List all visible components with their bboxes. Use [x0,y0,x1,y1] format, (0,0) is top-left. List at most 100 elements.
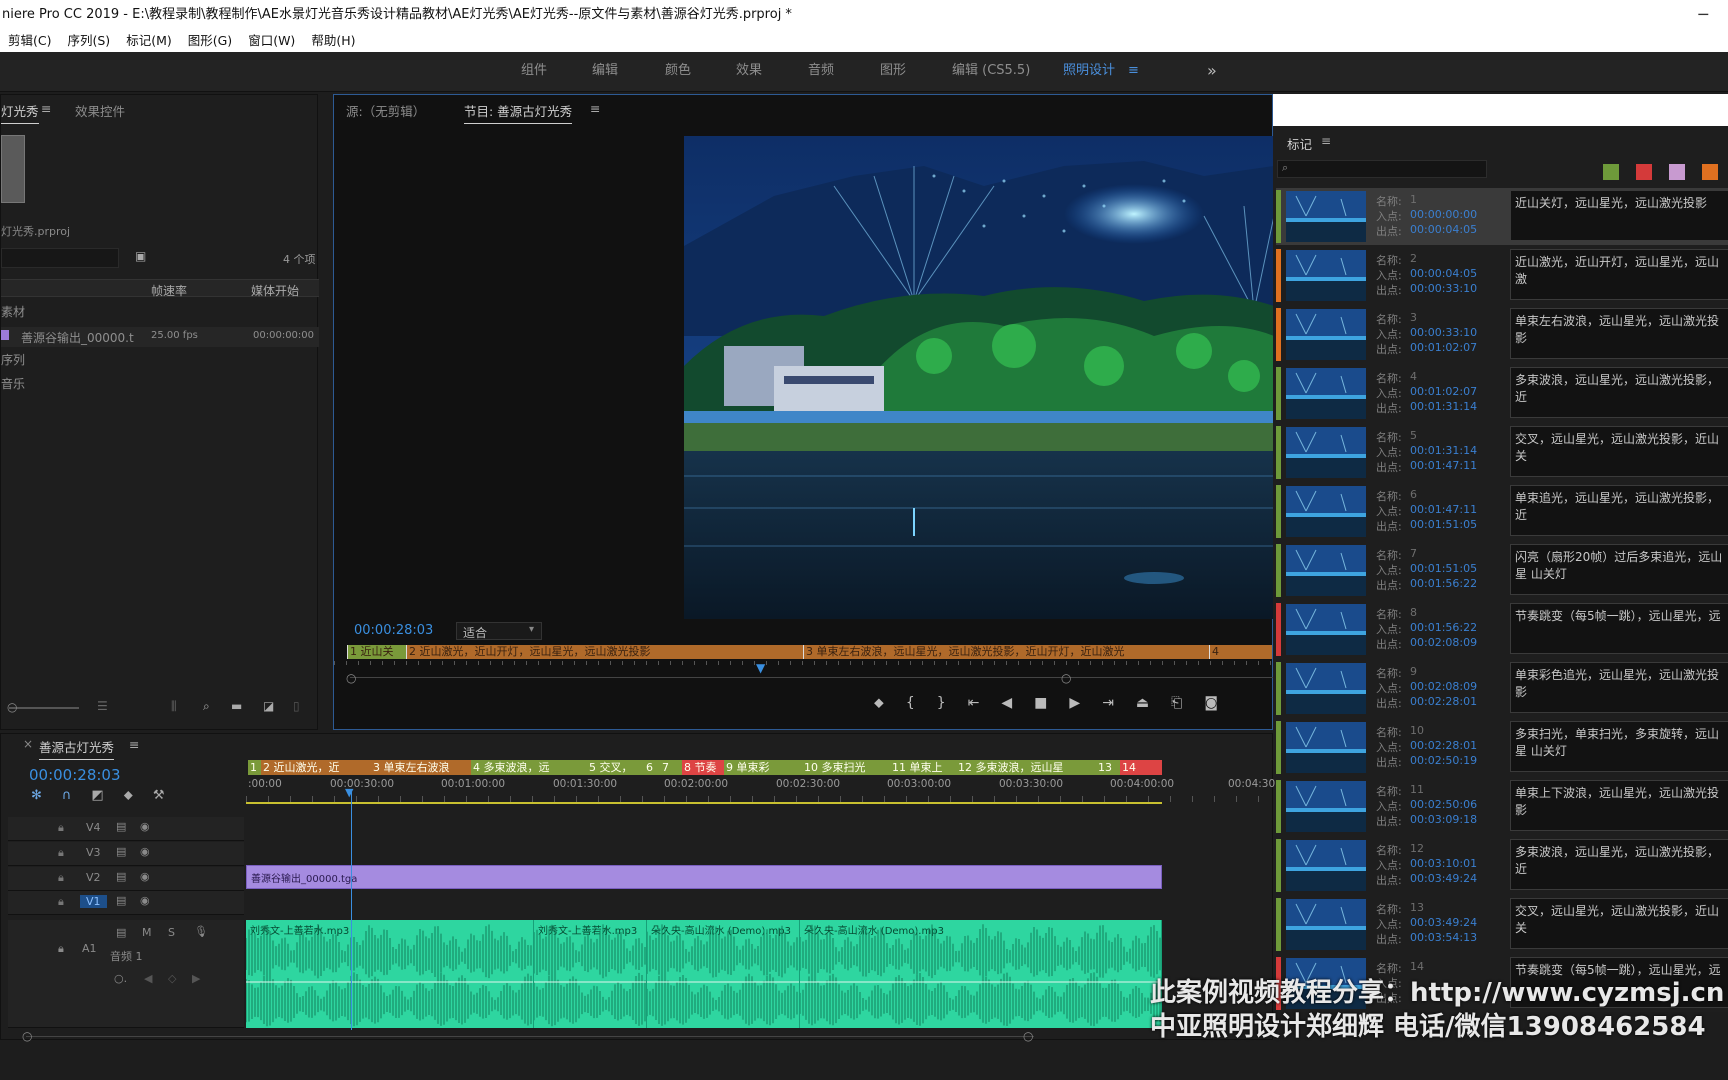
lock-icon[interactable]: 🔒︎ [58,871,64,885]
track-header-v3[interactable]: 🔒︎ V3 ▤ ◉ [8,842,244,866]
marker-out-point[interactable]: 00:00:04:05 [1410,223,1477,236]
marker-comment[interactable]: 多束波浪，远山星光，远山激光投影，近 [1510,839,1728,890]
next-keyframe-icon[interactable]: ▶ [192,972,200,985]
marker-segment[interactable]: 3 单束左右波浪，远山星光，远山激光投影，近山开灯，近山激光 [803,645,1209,659]
step-back-icon[interactable]: ◀ [1001,695,1012,711]
marker-segment[interactable]: 2 近山激光，近山开灯，远山星光，远山激光投影 [406,645,803,659]
marker-row[interactable]: 名称: 13 入点: 00:03:49:24 出点: 00:03:54:13 交… [1276,896,1728,953]
camera-icon[interactable]: ◙ [1204,695,1218,711]
extract-icon[interactable]: ⎗ [1171,695,1182,711]
marker-out-point[interactable]: 00:02:50:19 [1410,754,1477,767]
project-search-input[interactable] [1,248,119,268]
marker-number[interactable]: 8 [1410,606,1417,619]
sync-lock-icon[interactable]: ▤ [116,820,126,833]
workspace-editing-cs55[interactable]: 编辑 (CS5.5) [952,52,1030,90]
marker-comment[interactable]: 单束左右波浪，远山星光，远山激光投影 [1510,308,1728,359]
marker-in-point[interactable]: 00:01:02:07 [1410,385,1477,398]
new-bin-icon[interactable]: ▣ [135,249,146,263]
marker-in-point[interactable]: 00:01:47:11 [1410,503,1477,516]
track-header-a1[interactable]: 🔒︎ A1 ▤ M S 🎙︎ 音频 1 ○. ◀ ◇ ▶ [8,920,244,1028]
workspace-color[interactable]: 颜色 [665,52,691,90]
menu-marker[interactable]: 标记(M) [118,30,180,52]
marker-in-point[interactable]: 00:01:31:14 [1410,444,1477,457]
track-header-v1[interactable]: 🔒︎ V1 ▤ ◉ [8,891,244,915]
track-label[interactable]: A1 [82,942,97,955]
tab-program[interactable]: 节目: 善源古灯光秀 [464,101,573,124]
timeline-marker[interactable]: 2 近山激光，近 [261,760,371,775]
marker-row[interactable]: 名称: 8 入点: 00:01:56:22 出点: 00:02:08:09 节奏… [1276,601,1728,658]
timeline-marker[interactable]: 9 单束彩 [724,760,802,775]
marker-row[interactable]: 名称: 4 入点: 00:01:02:07 出点: 00:01:31:14 多束… [1276,365,1728,422]
marker-out-point[interactable]: 00:03:09:18 [1410,813,1477,826]
workspace-assembly[interactable]: 组件 [521,52,547,90]
marker-in-point[interactable]: 00:03:49:24 [1410,916,1477,929]
marker-row[interactable]: 名称: 12 入点: 00:03:10:01 出点: 00:03:49:24 多… [1276,837,1728,894]
marker-number[interactable]: 10 [1410,724,1424,737]
track-label[interactable]: V1 [80,895,107,908]
markers-search-input[interactable]: ⌕ [1277,160,1487,178]
panel-menu-icon[interactable]: ≡ [590,101,600,116]
filter-color-orange[interactable] [1702,164,1718,180]
fit-dropdown[interactable]: 适合 ▾ [456,622,542,640]
lock-icon[interactable]: 🔒︎ [58,895,64,909]
add-marker-icon[interactable]: ⬥ [874,695,884,711]
marker-comment[interactable]: 交叉，远山星光，远山激光投影，近山关 [1510,898,1728,949]
sort-icon[interactable]: ⫼ [171,699,177,714]
insert-sequence-icon[interactable]: ✻ [31,788,42,803]
timeline-marker[interactable]: 13 [1096,760,1120,775]
marker-out-point[interactable]: 00:03:49:24 [1410,872,1477,885]
marker-comment[interactable]: 单束彩色追光，远山星光，远山激光投影 [1510,662,1728,713]
timeline-marker[interactable]: 5 交叉， [587,760,644,775]
menu-clip[interactable]: 剪辑(C) [0,30,59,52]
tab-sequence[interactable]: 善源古灯光秀 [39,737,115,760]
menu-graphics[interactable]: 图形(G) [180,30,240,52]
timeline-marker[interactable]: 14 [1120,760,1162,775]
timeline-marker[interactable]: 11 单束上 [890,760,956,775]
video-clip[interactable]: 善源谷输出_00000.tga [246,865,1162,889]
marker-out-point[interactable]: 00:01:47:11 [1410,459,1477,472]
volume-knob-icon[interactable]: ○. [114,972,127,985]
timeline-marker[interactable]: 4 多束波浪，远 [471,760,587,775]
program-timecode[interactable]: 00:00:28:03 [354,623,433,638]
mute-button[interactable]: M [142,926,152,939]
prev-keyframe-icon[interactable]: ◀ [144,972,152,985]
menu-sequence[interactable]: 序列(S) [59,30,118,52]
work-area-bar[interactable] [246,802,1162,804]
project-row[interactable]: 善源谷输出_00000.t 25.00 fps 00:00:00:00 [1,327,319,347]
panel-menu-icon[interactable]: ≡ [1321,134,1331,148]
marker-out-point[interactable]: 00:00:33:10 [1410,282,1477,295]
marker-out-point[interactable]: 00:01:02:07 [1410,341,1477,354]
workspace-effects[interactable]: 效果 [736,52,762,90]
add-marker-icon[interactable]: ⬥ [124,788,133,803]
scroll-end-icon[interactable]: ○ [1023,1029,1033,1043]
timeline-marker[interactable]: 8 节奏 [682,760,724,775]
project-row[interactable]: 序列 [1,351,319,368]
marker-comment[interactable]: 单束追光，远山星光，远山激光投影，近 [1510,485,1728,536]
marker-row[interactable]: 名称: 3 入点: 00:00:33:10 出点: 00:01:02:07 单束… [1276,306,1728,363]
eye-icon[interactable]: ◉ [140,845,150,858]
mark-in-icon[interactable]: { [906,695,915,711]
timeline-marker[interactable]: 10 多束扫光 [802,760,890,775]
lock-icon[interactable]: 🔒︎ [58,846,64,860]
timeline-playhead[interactable] [351,790,352,1030]
solo-button[interactable]: S [168,926,175,939]
marker-in-point[interactable]: 00:03:10:01 [1410,857,1477,870]
playhead-icon[interactable]: ▼ [345,786,353,799]
marker-in-point[interactable]: 00:00:00:00 [1410,208,1477,221]
sync-lock-icon[interactable]: ▤ [116,870,126,883]
audio-clip[interactable]: 刘秀文-上善若水.mp3 [534,920,647,1028]
marker-number[interactable]: 13 [1410,901,1424,914]
panel-menu-icon[interactable]: ≡ [41,101,51,116]
scroll-start-icon[interactable]: ○ [346,671,356,685]
marker-segment[interactable]: 1 近山关 [347,645,406,659]
overflow-chevron-icon[interactable]: » [1207,52,1217,90]
col-media-start[interactable]: 媒体开始 [251,282,299,299]
eye-icon[interactable]: ◉ [140,870,150,883]
marker-row[interactable]: 名称: 1 入点: 00:00:00:00 出点: 00:00:04:05 近山… [1276,188,1728,245]
mark-out-icon[interactable]: } [937,695,946,711]
markers-title[interactable]: 标记 [1287,134,1312,153]
marker-in-point[interactable]: 00:01:56:22 [1410,621,1477,634]
filter-color-purple[interactable] [1669,164,1685,180]
marker-row[interactable]: 名称: 5 入点: 00:01:31:14 出点: 00:01:47:11 交叉… [1276,424,1728,481]
marker-in-point[interactable]: 00:01:51:05 [1410,562,1477,575]
